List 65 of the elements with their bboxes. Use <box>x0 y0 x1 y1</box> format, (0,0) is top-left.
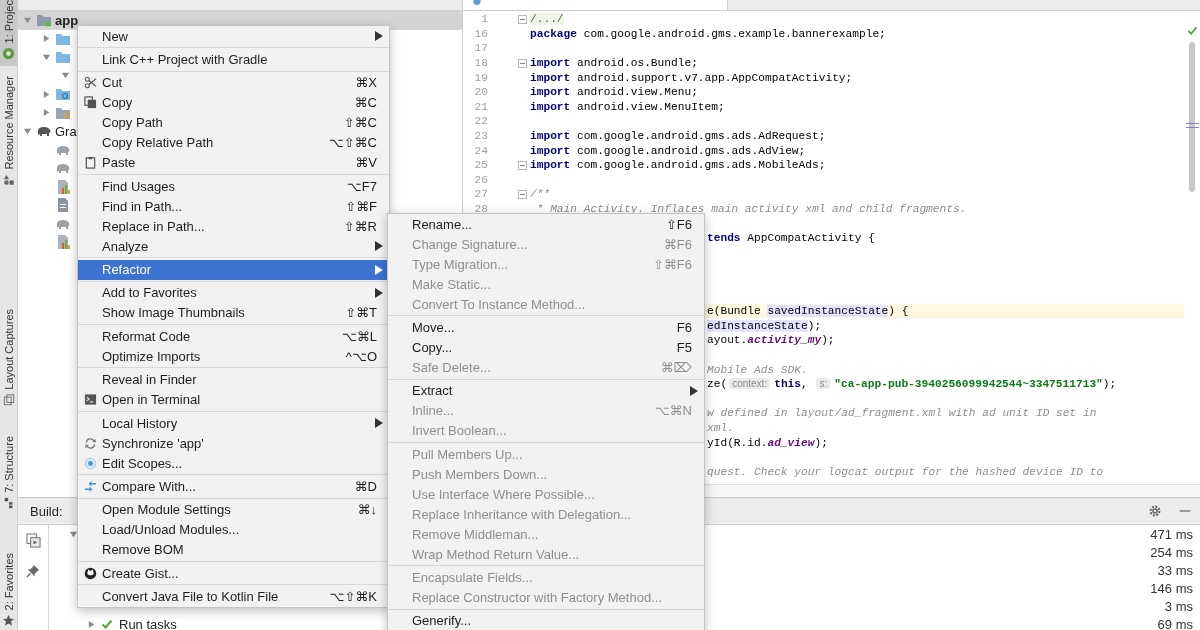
code-line: import com.google.android.gms.ads.AdView; <box>530 143 806 158</box>
duration: 69 ms <box>1157 616 1193 630</box>
shortcut: ^⌥O <box>345 348 377 364</box>
code-line: import android.os.Bundle; <box>530 56 698 71</box>
code-line: Mobile Ads SDK. <box>707 362 808 377</box>
code-line: /** <box>530 187 551 202</box>
code-line: w defined in layout/ad_fragment.xml with ad unit ID set in <box>707 406 1097 421</box>
line-number: 22 <box>473 115 488 128</box>
shortcut: ⌘C <box>354 95 377 111</box>
line-number: 19 <box>473 71 488 84</box>
shortcut: ⌥⇧⌘K <box>329 589 377 604</box>
shortcut: ⇧⌘C <box>343 115 377 131</box>
line-number: 1 <box>480 13 488 26</box>
shortcut: ⇧⌘F6 <box>652 256 692 272</box>
line-number: 16 <box>473 27 488 40</box>
code-line: ze( context: this, s: "ca-app-pub-3940256099942544~3347511713"); <box>707 377 1117 392</box>
code-line: import android.support.v7.app.AppCompatActivity; <box>530 70 853 85</box>
shortcut: ⌘D <box>354 478 377 494</box>
line-number: 20 <box>473 86 488 99</box>
line-number: 18 <box>473 57 488 70</box>
code-line: e(Bundle savedInstanceState) { <box>707 304 909 319</box>
shortcut: ⌥⌘N <box>654 403 692 419</box>
code-line: * Main Activity. Inflates main activity xml and child fragments. <box>535 202 967 216</box>
shortcut: F5 <box>676 339 692 355</box>
shortcut: ⌘↓ <box>357 502 377 518</box>
shortcut: ⇧⌘T <box>345 305 377 321</box>
shortcut: ⌥⇧⌘C <box>328 135 377 151</box>
shortcut: ⌘X <box>355 75 377 91</box>
code-line: edInstanceState); <box>707 318 822 333</box>
line-number: 17 <box>473 42 488 55</box>
shortcut: F6 <box>676 319 692 335</box>
code-line: xml. <box>707 420 734 435</box>
code-line: tends AppCompatActivity { <box>707 231 875 246</box>
line-number: 26 <box>473 173 488 186</box>
code-line: ayout.activity_my); <box>707 333 835 348</box>
shortcut: ⌘V <box>355 155 377 171</box>
code-line: package com.google.android.gms.example.bannerexample; <box>530 26 886 41</box>
shortcut: ⇧⌘R <box>343 218 377 234</box>
duration: 254 ms <box>1150 544 1193 560</box>
code-line: yId(R.id.ad_view); <box>707 435 828 450</box>
code-line: import android.view.MenuItem; <box>530 99 725 114</box>
tree-label: Gra <box>55 123 77 139</box>
code-line: import com.google.android.gms.ads.AdRequest; <box>530 129 826 144</box>
duration: 146 ms <box>1150 580 1193 596</box>
panel-title: Build: <box>30 503 63 519</box>
duration: 471 ms <box>1150 526 1193 542</box>
shortcut: ⇧⌘F <box>345 198 377 214</box>
shortcut: ⌥⌘L <box>341 328 377 344</box>
line-number: 28 <box>473 203 488 215</box>
code-line: import com.google.android.gms.ads.MobileAds; <box>530 158 826 173</box>
task-label: Run tasks <box>119 616 177 630</box>
shortcut: ⌘⌦ <box>660 359 692 375</box>
tree-label: app <box>55 12 79 28</box>
line-number: 25 <box>473 159 488 172</box>
shortcut: ⌥F7 <box>346 178 377 194</box>
shortcut: ⌘F6 <box>663 236 692 252</box>
line-number: 21 <box>473 100 488 113</box>
shortcut: ⇧F6 <box>665 216 692 232</box>
line-number: 27 <box>473 188 488 201</box>
duration: 33 ms <box>1157 562 1193 578</box>
line-number: 24 <box>473 144 488 157</box>
code-line: quest. Check your logcat output for the hashed device ID to <box>707 464 1104 479</box>
code-line: import android.view.Menu; <box>530 85 698 100</box>
line-number: 23 <box>473 130 488 143</box>
duration: 3 ms <box>1164 598 1193 614</box>
